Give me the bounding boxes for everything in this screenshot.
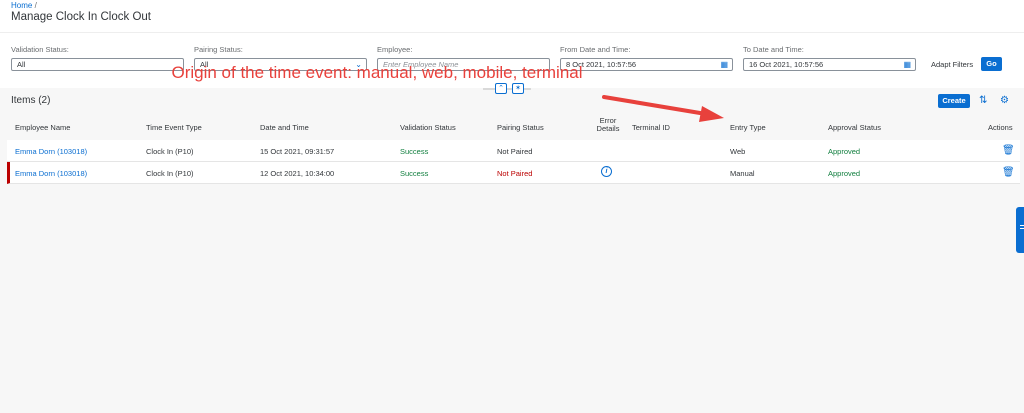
annotation-arrow — [602, 95, 724, 122]
